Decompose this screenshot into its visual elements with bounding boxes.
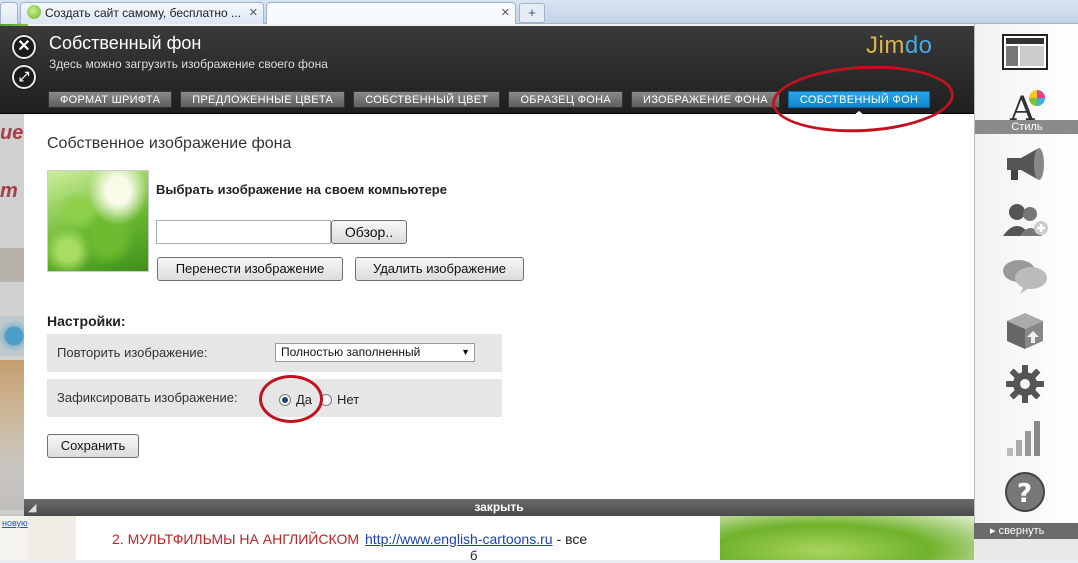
- content-heading: 2. МУЛЬТФИЛЬМЫ НА АНГЛИЙСКОМ: [112, 531, 359, 547]
- radio-no[interactable]: [320, 394, 333, 406]
- site-favicon-icon: [27, 5, 41, 19]
- radio-yes[interactable]: [279, 394, 291, 406]
- layout-icon[interactable]: [1000, 30, 1050, 74]
- jimdo-style-panel: ✕ ⤢ Собственный фон Здесь можно загрузит…: [0, 26, 974, 516]
- new-tab-button[interactable]: +: [519, 3, 545, 23]
- panel-body: Собственное изображение фона Выбрать изо…: [24, 114, 974, 499]
- fix-image-label: Зафиксировать изображение:: [57, 390, 238, 405]
- close-panel-icon[interactable]: ✕: [12, 35, 36, 59]
- tab-close-icon[interactable]: ✕: [501, 3, 510, 23]
- content-link[interactable]: http://www.english-cartoons.ru: [365, 531, 553, 547]
- fix-image-radio-group: Да Нет: [279, 392, 367, 407]
- panel-title: Собственный фон: [49, 33, 202, 53]
- repeat-image-label: Повторить изображение:: [57, 345, 208, 360]
- tab-background-sample[interactable]: ОБРАЗЕЦ ФОНА: [508, 91, 624, 108]
- background-image-preview: [47, 170, 149, 272]
- browser-tab-title: Создать сайт самому, бесплатно ...: [45, 6, 242, 20]
- tab-suggested-colors[interactable]: ПРЕДЛОЖЕННЫЕ ЦВЕТА: [180, 91, 346, 108]
- repeat-image-select[interactable]: Полностью заполненный ▼: [275, 343, 475, 362]
- content-second-line: б: [470, 548, 478, 563]
- browser-tab[interactable]: ✕: [266, 2, 516, 24]
- collapse-toolbar-button[interactable]: ▸ свернуть: [974, 523, 1078, 539]
- select-value: Полностью заполненный: [281, 345, 421, 359]
- tab-own-color[interactable]: СОБСТВЕННЫЙ ЦВЕТ: [353, 91, 501, 108]
- settings-title: Настройки:: [47, 313, 126, 329]
- save-button[interactable]: Сохранить: [47, 434, 139, 458]
- toolbar-bottom: [974, 539, 1078, 560]
- radio-yes-label[interactable]: Да: [296, 392, 312, 407]
- resize-grip-icon[interactable]: ◢: [28, 501, 36, 514]
- users-icon[interactable]: [1000, 198, 1050, 242]
- browser-tab-active[interactable]: Создать сайт самому, бесплатно ... ✕: [20, 2, 264, 24]
- file-path-input[interactable]: [156, 220, 331, 244]
- panel-subtitle: Здесь можно загрузить изображение своего…: [49, 57, 328, 71]
- help-icon[interactable]: ?: [1000, 470, 1050, 514]
- browse-button[interactable]: Обзор..: [331, 220, 407, 244]
- dropdown-arrow-icon: ▼: [461, 347, 470, 357]
- tab-close-icon[interactable]: ✕: [249, 3, 258, 23]
- jimdo-logo: Jimdo: [866, 32, 933, 60]
- expand-panel-icon[interactable]: ⤢: [12, 65, 36, 89]
- close-panel-bar[interactable]: закрыть: [24, 499, 974, 516]
- browser-tab-strip: Создать сайт самому, бесплатно ... ✕ ✕ +: [0, 0, 1078, 24]
- logo-text: do: [904, 32, 933, 59]
- shop-box-icon[interactable]: [1000, 308, 1050, 352]
- collapse-label: свернуть: [998, 525, 1045, 537]
- content-rest: - все: [556, 531, 588, 547]
- style-icon[interactable]: A: [1000, 84, 1050, 128]
- radio-no-label[interactable]: Нет: [337, 392, 359, 407]
- delete-image-button[interactable]: Удалить изображение: [355, 257, 524, 281]
- jimdo-right-toolbar: Стиль A ?: [974, 24, 1078, 560]
- comments-icon[interactable]: [1000, 254, 1050, 298]
- logo-text: Jim: [866, 32, 905, 59]
- fix-image-row: Зафиксировать изображение: Да Нет: [47, 379, 502, 417]
- choose-image-label: Выбрать изображение на своем компьютере: [156, 182, 447, 197]
- panel-left-edge: [0, 114, 24, 516]
- background-leaf-image: [720, 514, 974, 560]
- tab-background-image[interactable]: ИЗОБРАЖЕНИЕ ФОНА: [631, 91, 780, 108]
- svg-text:?: ?: [1017, 479, 1032, 509]
- panel-tabs: ФОРМАТ ШРИФТА ПРЕДЛОЖЕННЫЕ ЦВЕТА СОБСТВЕ…: [48, 91, 931, 115]
- browser-tab[interactable]: [0, 2, 18, 24]
- background-content-line: 2. МУЛЬТФИЛЬМЫ НА АНГЛИЙСКОМ http://www.e…: [112, 531, 587, 547]
- tab-font-format[interactable]: ФОРМАТ ШРИФТА: [48, 91, 173, 108]
- background-side-pane: [28, 514, 76, 560]
- collapse-arrow-icon: ▸: [990, 525, 999, 537]
- tab-own-background[interactable]: СОБСТВЕННЫЙ ФОН: [787, 91, 931, 115]
- statistics-icon[interactable]: [1000, 416, 1050, 460]
- panel-header: ✕ ⤢ Собственный фон Здесь можно загрузит…: [0, 26, 974, 115]
- background-link[interactable]: новую: [2, 518, 28, 528]
- section-title: Собственное изображение фона: [47, 135, 292, 152]
- megaphone-icon[interactable]: [1000, 142, 1050, 186]
- gear-icon[interactable]: [1000, 362, 1050, 406]
- repeat-image-row: Повторить изображение: Полностью заполне…: [47, 334, 502, 372]
- upload-image-button[interactable]: Перенести изображение: [157, 257, 343, 281]
